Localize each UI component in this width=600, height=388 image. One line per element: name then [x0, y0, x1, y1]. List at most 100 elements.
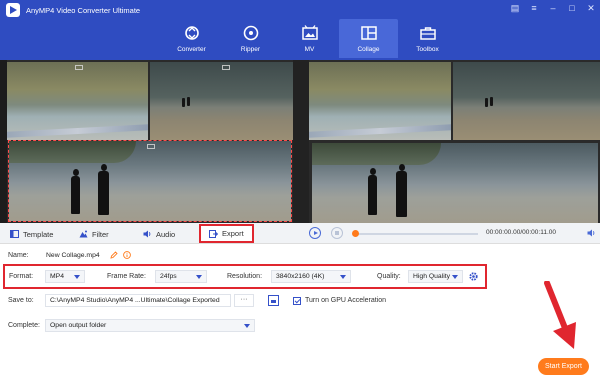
collage-icon	[360, 26, 377, 40]
edit-name-icon[interactable]	[110, 251, 118, 259]
cell-settings-icon[interactable]	[75, 65, 83, 70]
save-to-label: Save to:	[8, 297, 34, 304]
menu-icon[interactable]: ≡	[529, 3, 539, 13]
tab-export[interactable]: Export	[199, 224, 254, 243]
mv-icon	[301, 25, 318, 40]
save-path-field[interactable]: C:\AnyMP4 Studio\AnyMP4 ...Ultimate\Coll…	[45, 294, 231, 307]
tab-filter-label: Filter	[92, 229, 109, 239]
nav-converter-label: Converter	[177, 46, 206, 53]
shore-image-detail	[312, 143, 441, 165]
gear-icon[interactable]	[468, 271, 479, 282]
pane-divider	[293, 60, 309, 223]
preview-cell-1	[309, 62, 451, 140]
player-controls: 00:00:00.00/00:00:11.00	[300, 223, 600, 244]
chevron-down-icon	[196, 275, 202, 279]
minimize-icon[interactable]: –	[548, 3, 558, 13]
volume-icon[interactable]	[587, 229, 596, 237]
child-figure	[368, 168, 377, 215]
gpu-checkbox[interactable]	[293, 297, 301, 305]
preview-area	[0, 60, 600, 223]
format-label: Format:	[9, 273, 34, 280]
main-nav: Converter Ripper MV Collage Toolbox	[162, 19, 457, 58]
converter-icon	[184, 26, 199, 40]
app-logo-icon	[6, 3, 20, 17]
guardrail-image-detail	[309, 124, 451, 138]
start-export-button[interactable]: Start Export	[538, 358, 589, 375]
red-arrow-annotation	[544, 281, 576, 349]
chevron-down-icon	[340, 275, 346, 279]
person-figure	[485, 98, 488, 107]
toolbox-icon	[419, 27, 436, 40]
title-bar: AnyMP4 Video Converter Ultimate ▤ ≡ – □ …	[0, 0, 600, 60]
tab-audio[interactable]: Audio	[143, 227, 175, 241]
tab-template[interactable]: Template	[10, 227, 53, 241]
resolution-value: 3840x2160 (4K)	[276, 273, 325, 280]
collage-editor-pane	[7, 60, 293, 223]
frame-rate-value: 24fps	[160, 273, 177, 280]
collage-cell-2[interactable]	[150, 62, 293, 140]
chevron-down-icon	[452, 275, 458, 279]
nav-ripper-label: Ripper	[240, 46, 261, 53]
nav-mv-label: MV	[304, 46, 315, 53]
stop-button[interactable]	[331, 227, 343, 239]
name-value: New Collage.mp4	[46, 252, 100, 259]
complete-label: Complete:	[8, 322, 40, 329]
export-settings-panel: Name: New Collage.mp4 Format: MP4 Frame …	[0, 244, 600, 388]
export-icon	[209, 229, 218, 238]
tab-export-label: Export	[222, 229, 244, 238]
quality-label: Quality:	[377, 273, 401, 280]
nav-toolbox[interactable]: Toolbox	[398, 19, 457, 58]
cell-settings-icon[interactable]	[222, 65, 230, 70]
ripper-icon	[243, 25, 258, 41]
nav-collage-label: Collage	[357, 46, 380, 53]
nav-toolbox-label: Toolbox	[416, 46, 439, 53]
template-icon	[10, 230, 19, 238]
complete-value: Open output folder	[50, 322, 107, 329]
save-path-value: C:\AnyMP4 Studio\AnyMP4 ...Ultimate\Coll…	[50, 297, 220, 304]
editor-tabs: Template Filter Audio Export	[0, 223, 300, 244]
window-controls: ▤ ≡ – □ ✕	[510, 3, 596, 13]
name-label: Name:	[8, 252, 29, 259]
app-title: AnyMP4 Video Converter Ultimate	[26, 6, 141, 15]
close-icon[interactable]: ✕	[586, 3, 596, 13]
app-window: AnyMP4 Video Converter Ultimate ▤ ≡ – □ …	[0, 0, 600, 388]
preview-cell-3	[312, 143, 598, 223]
open-folder-icon[interactable]	[268, 295, 279, 306]
tab-filter[interactable]: Filter	[79, 227, 109, 241]
guardrail-image-detail	[7, 124, 148, 138]
chevron-down-icon	[74, 275, 80, 279]
tab-audio-label: Audio	[156, 229, 176, 239]
chevron-down-icon	[244, 324, 250, 328]
feedback-icon[interactable]: ▤	[510, 3, 520, 13]
resolution-select[interactable]: 3840x2160 (4K)	[271, 270, 351, 283]
maximize-icon[interactable]: □	[567, 3, 577, 13]
tab-template-label: Template	[23, 229, 54, 239]
collage-cell-1[interactable]	[7, 62, 148, 140]
timecode: 00:00:00.00/00:00:11.00	[486, 229, 556, 236]
format-value: MP4	[50, 273, 64, 280]
frame-rate-label: Frame Rate:	[107, 273, 146, 280]
complete-select[interactable]: Open output folder	[45, 319, 255, 332]
progress-track[interactable]	[354, 233, 478, 235]
nav-mv[interactable]: MV	[280, 19, 339, 58]
quality-value: High Quality	[413, 273, 451, 280]
format-select[interactable]: MP4	[45, 270, 85, 283]
play-button[interactable]	[309, 227, 321, 239]
person-figure	[182, 98, 185, 107]
info-icon[interactable]	[123, 251, 131, 259]
frame-rate-select[interactable]: 24fps	[155, 270, 207, 283]
person-figure	[187, 97, 190, 106]
child-figure	[396, 164, 407, 217]
preview-cell-2	[453, 62, 600, 140]
nav-converter[interactable]: Converter	[162, 19, 221, 58]
person-figure	[490, 97, 493, 106]
progress-knob[interactable]	[352, 230, 359, 237]
browse-button[interactable]: ···	[234, 294, 254, 307]
nav-ripper[interactable]: Ripper	[221, 19, 280, 58]
selected-cell-border	[8, 140, 292, 222]
filter-icon	[79, 230, 88, 238]
quality-select[interactable]: High Quality	[408, 270, 463, 283]
audio-icon	[143, 230, 151, 238]
nav-collage[interactable]: Collage	[339, 19, 398, 58]
gpu-label: Turn on GPU Acceleration	[305, 297, 387, 304]
